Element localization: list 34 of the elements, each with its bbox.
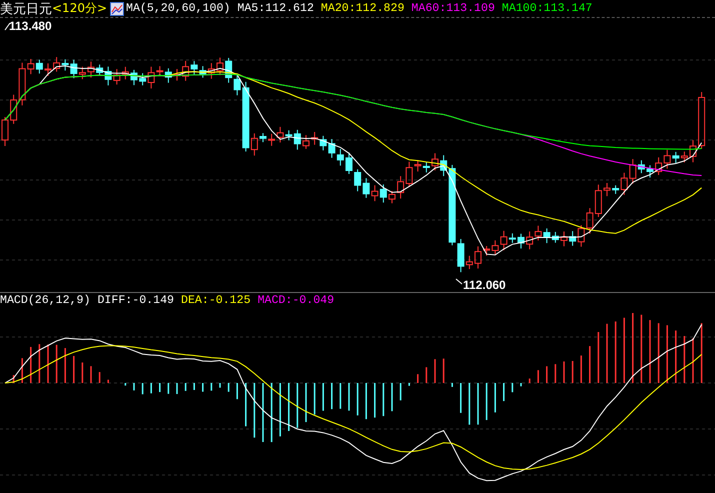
candlestick (560, 231, 568, 247)
macd-value: MACD:-0.049 (258, 294, 334, 306)
candlestick (260, 132, 266, 143)
candlestick (174, 68, 180, 82)
ma-value: MA100:113.147 (502, 2, 592, 15)
candlestick (432, 152, 438, 171)
macd-value: DIFF:-0.149 (97, 294, 174, 306)
candlestick (88, 61, 94, 78)
candlestick (646, 164, 654, 178)
candlestick (130, 69, 138, 86)
indicator-label: MACD(26,12,9) (0, 294, 90, 306)
ma-value: MA5:112.612 (237, 2, 314, 15)
candlestick (388, 190, 396, 204)
low-price-label: 112.060 (463, 278, 506, 292)
ma-value: MA20:112.829 (320, 2, 404, 15)
macd-value: DEA:-0.125 (180, 294, 251, 306)
candlestick (698, 92, 706, 150)
high-price-label: 113.480 (9, 19, 52, 33)
symbol-name: 美元日元 (0, 0, 52, 18)
candlestick (44, 62, 52, 76)
candlestick (604, 182, 610, 197)
leader-line (4, 22, 10, 30)
leader-line (456, 278, 462, 284)
indicator-label: MA(5,20,60,100) (126, 2, 230, 15)
candlestick (2, 116, 8, 146)
candlestick (474, 246, 482, 269)
period-label[interactable]: <120分> (52, 0, 108, 17)
candlestick (690, 140, 696, 163)
candlestick (518, 233, 524, 250)
ma-value: MA60:113.109 (411, 2, 495, 15)
candlestick (302, 134, 310, 150)
candlestick (346, 152, 352, 174)
chart-icon[interactable] (110, 2, 124, 16)
candlestick (216, 57, 224, 76)
